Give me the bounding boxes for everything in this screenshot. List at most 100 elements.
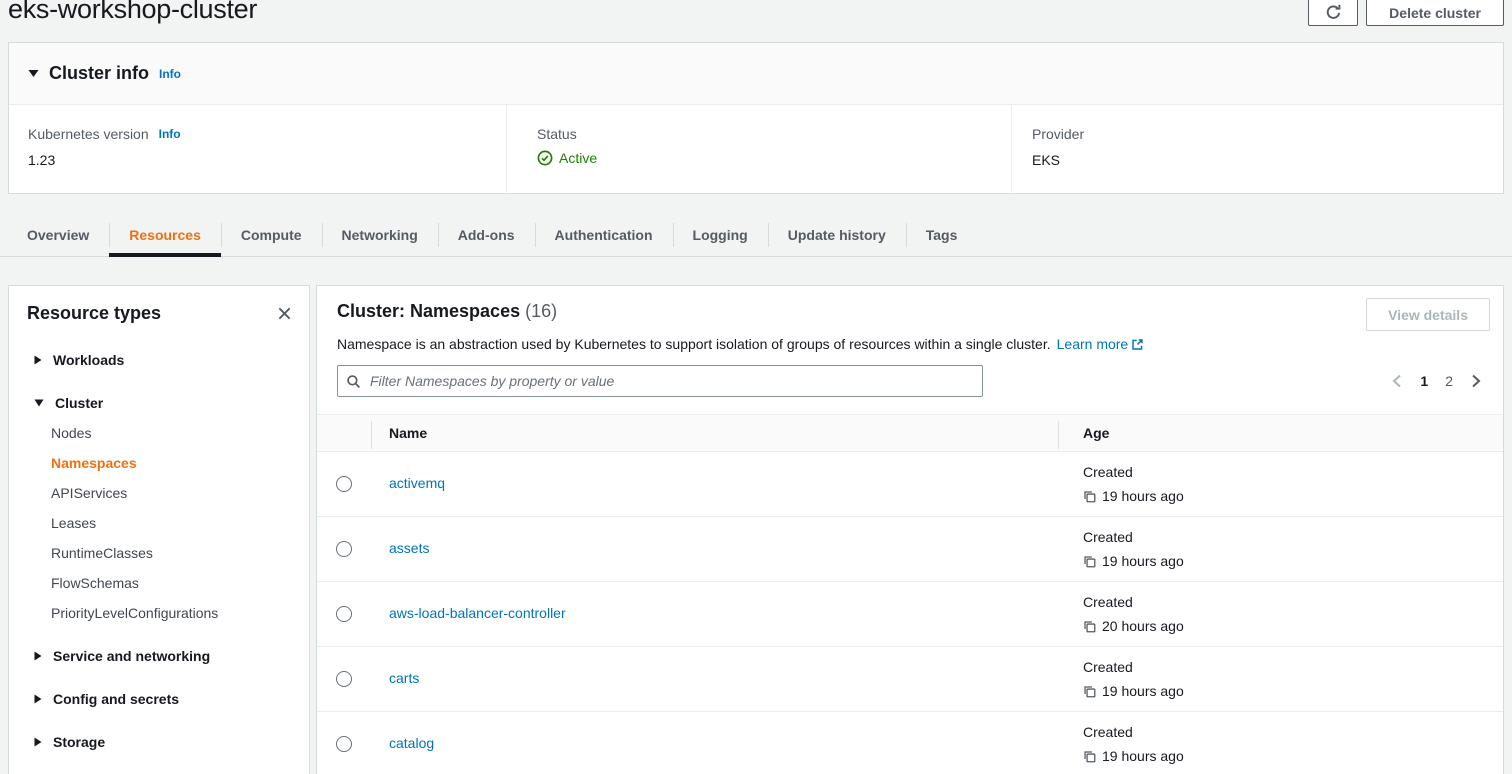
field-kubernetes-version: Kubernetes version Info 1.23 (9, 105, 506, 194)
resource-types-sidebar: Resource types Workloads Cluster Nodes N… (8, 285, 310, 774)
sidebar-item-prioritylevelconfigurations[interactable]: PriorityLevelConfigurations (9, 598, 309, 628)
table-row: carts Created 19 hours ago (317, 647, 1503, 712)
age-value: 19 hours ago (1102, 549, 1184, 573)
cluster-info-header[interactable]: Cluster info Info (9, 43, 1503, 105)
copy-icon[interactable] (1083, 490, 1096, 503)
collapse-caret-icon[interactable] (28, 69, 39, 78)
tab-tags[interactable]: Tags (906, 213, 978, 256)
table-header-row: Name Age (317, 414, 1503, 452)
age-value: 19 hours ago (1102, 744, 1184, 768)
namespace-link[interactable]: assets (389, 540, 429, 556)
delete-cluster-label: Delete cluster (1389, 5, 1481, 21)
sidebar-group-service-and-networking[interactable]: Service and networking (9, 641, 309, 671)
cluster-info-fields: Kubernetes version Info 1.23 Status Acti… (9, 105, 1503, 194)
age-cell: Created 19 hours ago (1058, 655, 1503, 703)
age-column-header: Age (1058, 425, 1503, 441)
provider-label: Provider (1032, 126, 1503, 142)
created-label: Created (1083, 525, 1503, 549)
kubernetes-version-value: 1.23 (28, 152, 506, 168)
field-provider: Provider EKS (1011, 105, 1503, 194)
row-radio-button[interactable] (336, 476, 352, 492)
row-radio-button[interactable] (336, 736, 352, 752)
age-cell: Created 20 hours ago (1058, 590, 1503, 638)
provider-value: EKS (1032, 152, 1503, 168)
copy-icon[interactable] (1083, 555, 1096, 568)
copy-icon[interactable] (1083, 620, 1096, 633)
view-details-button[interactable]: View details (1366, 298, 1490, 331)
sidebar-item-leases[interactable]: Leases (9, 508, 309, 538)
kubernetes-version-info-link[interactable]: Info (159, 127, 181, 141)
table-row: activemq Created 19 hours ago (317, 452, 1503, 517)
status-label: Status (537, 126, 1011, 142)
namespaces-table: Name Age activemq Created 19 hours ago (317, 414, 1503, 774)
row-radio-button[interactable] (336, 671, 352, 687)
caret-down-icon (34, 399, 44, 407)
namespace-link[interactable]: carts (389, 670, 419, 686)
page-number-2[interactable]: 2 (1445, 373, 1453, 389)
age-cell: Created 19 hours ago (1058, 525, 1503, 573)
tab-compute[interactable]: Compute (221, 213, 322, 256)
tab-authentication[interactable]: Authentication (535, 213, 673, 256)
namespace-link[interactable]: activemq (389, 475, 445, 491)
copy-icon[interactable] (1083, 685, 1096, 698)
refresh-button[interactable] (1308, 0, 1358, 26)
learn-more-link[interactable]: Learn more (1057, 336, 1129, 352)
cluster-info-title: Cluster info (49, 63, 149, 84)
sidebar-item-nodes[interactable]: Nodes (9, 418, 309, 448)
sidebar-group-config-and-secrets[interactable]: Config and secrets (9, 684, 309, 714)
check-circle-icon (537, 150, 553, 166)
age-value: 20 hours ago (1102, 614, 1184, 638)
page-number-1[interactable]: 1 (1420, 373, 1428, 389)
resource-types-title: Resource types (27, 303, 161, 324)
pagination: 1 2 (1391, 367, 1482, 395)
caret-right-icon (34, 694, 42, 704)
namespace-link[interactable]: catalog (389, 735, 434, 751)
age-value: 19 hours ago (1102, 679, 1184, 703)
sidebar-item-namespaces[interactable]: Namespaces (9, 448, 309, 478)
filter-input-container (337, 365, 983, 397)
age-value: 19 hours ago (1102, 484, 1184, 508)
name-column-header: Name (371, 425, 1058, 441)
created-label: Created (1083, 590, 1503, 614)
sidebar-item-runtimeclasses[interactable]: RuntimeClasses (9, 538, 309, 568)
delete-cluster-button[interactable]: Delete cluster (1366, 0, 1504, 26)
sidebar-item-flowschemas[interactable]: FlowSchemas (9, 568, 309, 598)
tab-overview[interactable]: Overview (7, 213, 109, 256)
kubernetes-version-label: Kubernetes version (28, 126, 149, 142)
previous-page-icon[interactable] (1391, 374, 1403, 388)
cluster-info-info-link[interactable]: Info (159, 67, 181, 81)
field-status: Status Active (506, 105, 1011, 194)
tab-logging[interactable]: Logging (673, 213, 768, 256)
cluster-tabs: Overview Resources Compute Networking Ad… (0, 213, 1512, 257)
tab-networking[interactable]: Networking (322, 213, 438, 256)
cluster-info-panel: Cluster info Info Kubernetes version Inf… (8, 42, 1504, 194)
refresh-icon (1325, 4, 1342, 21)
copy-icon[interactable] (1083, 750, 1096, 763)
namespace-link[interactable]: aws-load-balancer-controller (389, 605, 566, 621)
age-cell: Created 19 hours ago (1058, 720, 1503, 768)
caret-right-icon (34, 651, 42, 661)
created-label: Created (1083, 720, 1503, 744)
tab-resources[interactable]: Resources (109, 213, 221, 256)
tab-add-ons[interactable]: Add-ons (438, 213, 535, 256)
sidebar-group-workloads[interactable]: Workloads (9, 345, 309, 375)
heading-text: Cluster: Namespaces (337, 301, 520, 321)
sidebar-group-storage[interactable]: Storage (9, 727, 309, 757)
sidebar-item-apiservices[interactable]: APIServices (9, 478, 309, 508)
created-label: Created (1083, 460, 1503, 484)
sidebar-group-cluster[interactable]: Cluster (9, 388, 309, 418)
caret-right-icon (34, 737, 42, 747)
row-radio-button[interactable] (336, 606, 352, 622)
resource-types-list: Workloads Cluster Nodes Namespaces APISe… (9, 324, 309, 757)
external-link-icon (1131, 338, 1144, 354)
page-title: eks-workshop-cluster (8, 0, 257, 25)
close-icon[interactable] (275, 304, 294, 323)
age-cell: Created 19 hours ago (1058, 460, 1503, 508)
next-page-icon[interactable] (1470, 374, 1482, 388)
caret-right-icon (34, 355, 42, 365)
filter-namespaces-input[interactable] (368, 372, 974, 390)
row-radio-button[interactable] (336, 541, 352, 557)
heading-count: (16) (525, 301, 557, 321)
eks-console-page: eks-workshop-cluster Delete cluster Clus… (0, 0, 1512, 774)
tab-update-history[interactable]: Update history (768, 213, 906, 256)
